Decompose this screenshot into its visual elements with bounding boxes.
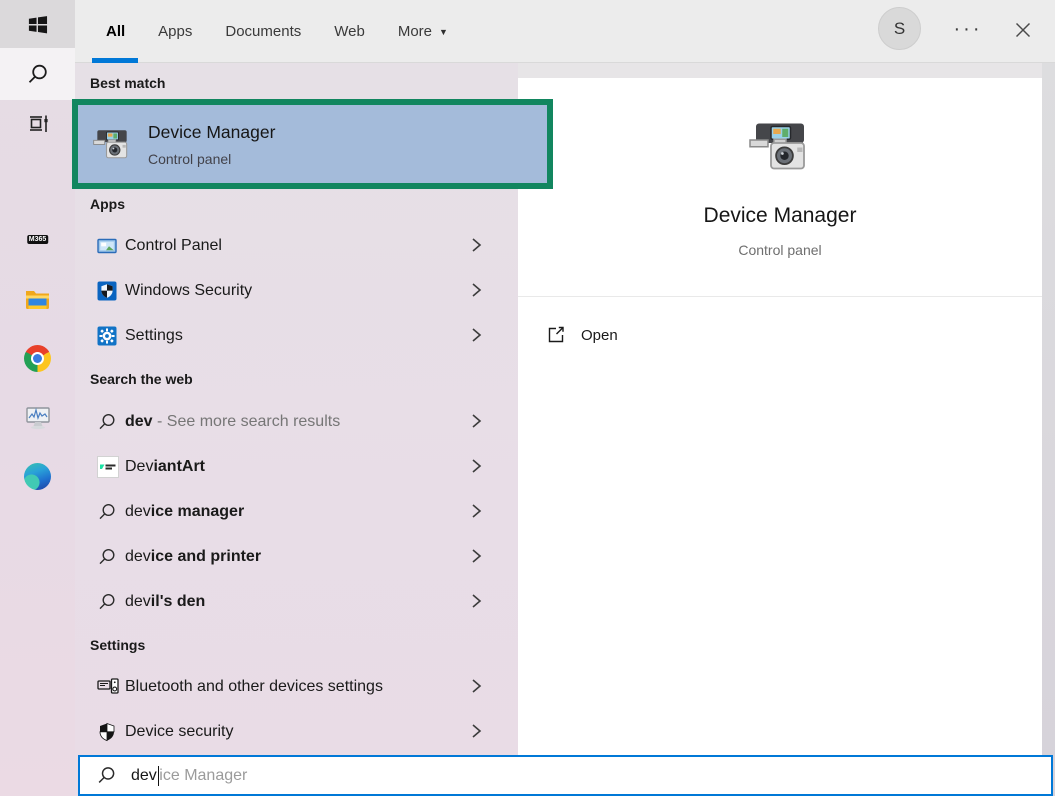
taskbar-copilot-m365-button[interactable]: M365 — [0, 214, 75, 266]
taskbar-file-explorer-button[interactable] — [0, 273, 75, 325]
best-match-result-device-manager[interactable]: Device Manager Control panel — [78, 105, 547, 183]
chrome-icon — [24, 345, 51, 372]
result-control-panel[interactable]: Control Panel — [75, 223, 518, 268]
panel-gap — [518, 63, 1042, 78]
device-manager-icon — [90, 122, 134, 166]
deviantart-icon — [97, 456, 125, 478]
taskbar: M365 — [0, 0, 75, 796]
edge-icon — [24, 463, 51, 490]
result-settings[interactable]: Settings — [75, 313, 518, 358]
section-header-apps: Apps — [90, 196, 125, 212]
result-windows-security[interactable]: Windows Security — [75, 268, 518, 313]
pen-workspace-icon — [25, 111, 51, 137]
tab-apps[interactable]: Apps — [158, 0, 192, 63]
taskbar-task-manager-button[interactable] — [0, 392, 75, 444]
search-icon — [97, 592, 125, 612]
search-input[interactable]: dev ice Manager — [78, 755, 1053, 796]
file-explorer-icon — [24, 287, 51, 311]
section-header-web: Search the web — [90, 371, 193, 387]
section-header-best-match: Best match — [90, 75, 165, 91]
search-icon — [97, 412, 125, 432]
preview-title: Device Manager — [518, 204, 1042, 228]
windows-logo-icon — [27, 14, 48, 35]
result-bluetooth-settings[interactable]: Bluetooth and other devices settings — [75, 664, 518, 709]
taskbar-chrome-button[interactable] — [0, 332, 75, 384]
close-icon — [1014, 21, 1032, 39]
chevron-right-icon[interactable] — [470, 282, 482, 298]
chevron-right-icon[interactable] — [470, 327, 482, 343]
open-action[interactable]: Open — [546, 318, 618, 352]
close-button[interactable] — [1003, 10, 1043, 50]
filter-tabs: All Apps Documents Web More ▼ — [106, 0, 481, 63]
taskbar-edge-button[interactable] — [0, 450, 75, 502]
taskbar-search-button[interactable] — [0, 48, 75, 100]
chevron-right-icon[interactable] — [470, 678, 482, 694]
search-icon — [96, 765, 117, 786]
web-suggestion-see-more[interactable]: dev - See more search results — [75, 399, 518, 444]
task-manager-icon — [24, 405, 52, 431]
web-suggestion-device-and-printer[interactable]: device and printer — [75, 534, 518, 579]
control-panel-icon — [97, 236, 125, 256]
tab-more[interactable]: More ▼ — [398, 0, 448, 63]
tab-web[interactable]: Web — [334, 0, 365, 63]
tab-all[interactable]: All — [106, 0, 125, 63]
chevron-right-icon[interactable] — [470, 413, 482, 429]
device-manager-icon-large — [744, 110, 816, 182]
taskbar-app-button[interactable] — [0, 98, 75, 150]
search-icon — [97, 547, 125, 567]
windows-search-flyout: M365 — [0, 0, 1055, 796]
windows-security-icon — [97, 281, 125, 301]
chevron-right-icon[interactable] — [470, 548, 482, 564]
desktop-background — [1042, 63, 1055, 796]
start-button[interactable] — [0, 0, 75, 48]
web-suggestion-devils-den[interactable]: devil's den — [75, 579, 518, 624]
web-suggestion-device-manager[interactable]: device manager — [75, 489, 518, 534]
options-ellipsis-button[interactable]: ··· — [948, 8, 988, 51]
user-avatar[interactable]: S — [878, 7, 921, 50]
preview-subtitle: Control panel — [518, 242, 1042, 258]
search-header: All Apps Documents Web More ▼ S ··· — [75, 0, 1055, 63]
search-typed-text: dev — [131, 767, 157, 785]
open-external-icon — [546, 325, 566, 345]
best-match-title: Device Manager — [148, 122, 275, 143]
section-header-settings: Settings — [90, 637, 145, 653]
search-icon — [26, 62, 50, 86]
devices-icon — [97, 676, 125, 698]
chevron-right-icon[interactable] — [470, 237, 482, 253]
chevron-right-icon[interactable] — [470, 458, 482, 474]
chevron-right-icon[interactable] — [470, 723, 482, 739]
taskbar-copilot-button[interactable] — [0, 154, 75, 206]
tab-documents[interactable]: Documents — [225, 0, 301, 63]
search-inline-suggestion: ice Manager — [159, 767, 247, 785]
result-device-security[interactable]: Device security — [75, 709, 518, 754]
web-suggestion-deviantart[interactable]: DeviantArt — [75, 444, 518, 489]
chevron-right-icon[interactable] — [470, 503, 482, 519]
best-match-subtitle: Control panel — [148, 151, 231, 167]
security-shield-icon — [97, 722, 125, 742]
divider — [518, 296, 1042, 297]
search-icon — [97, 502, 125, 522]
chevron-down-icon: ▼ — [439, 27, 448, 37]
settings-gear-icon — [97, 326, 125, 346]
chevron-right-icon[interactable] — [470, 593, 482, 609]
